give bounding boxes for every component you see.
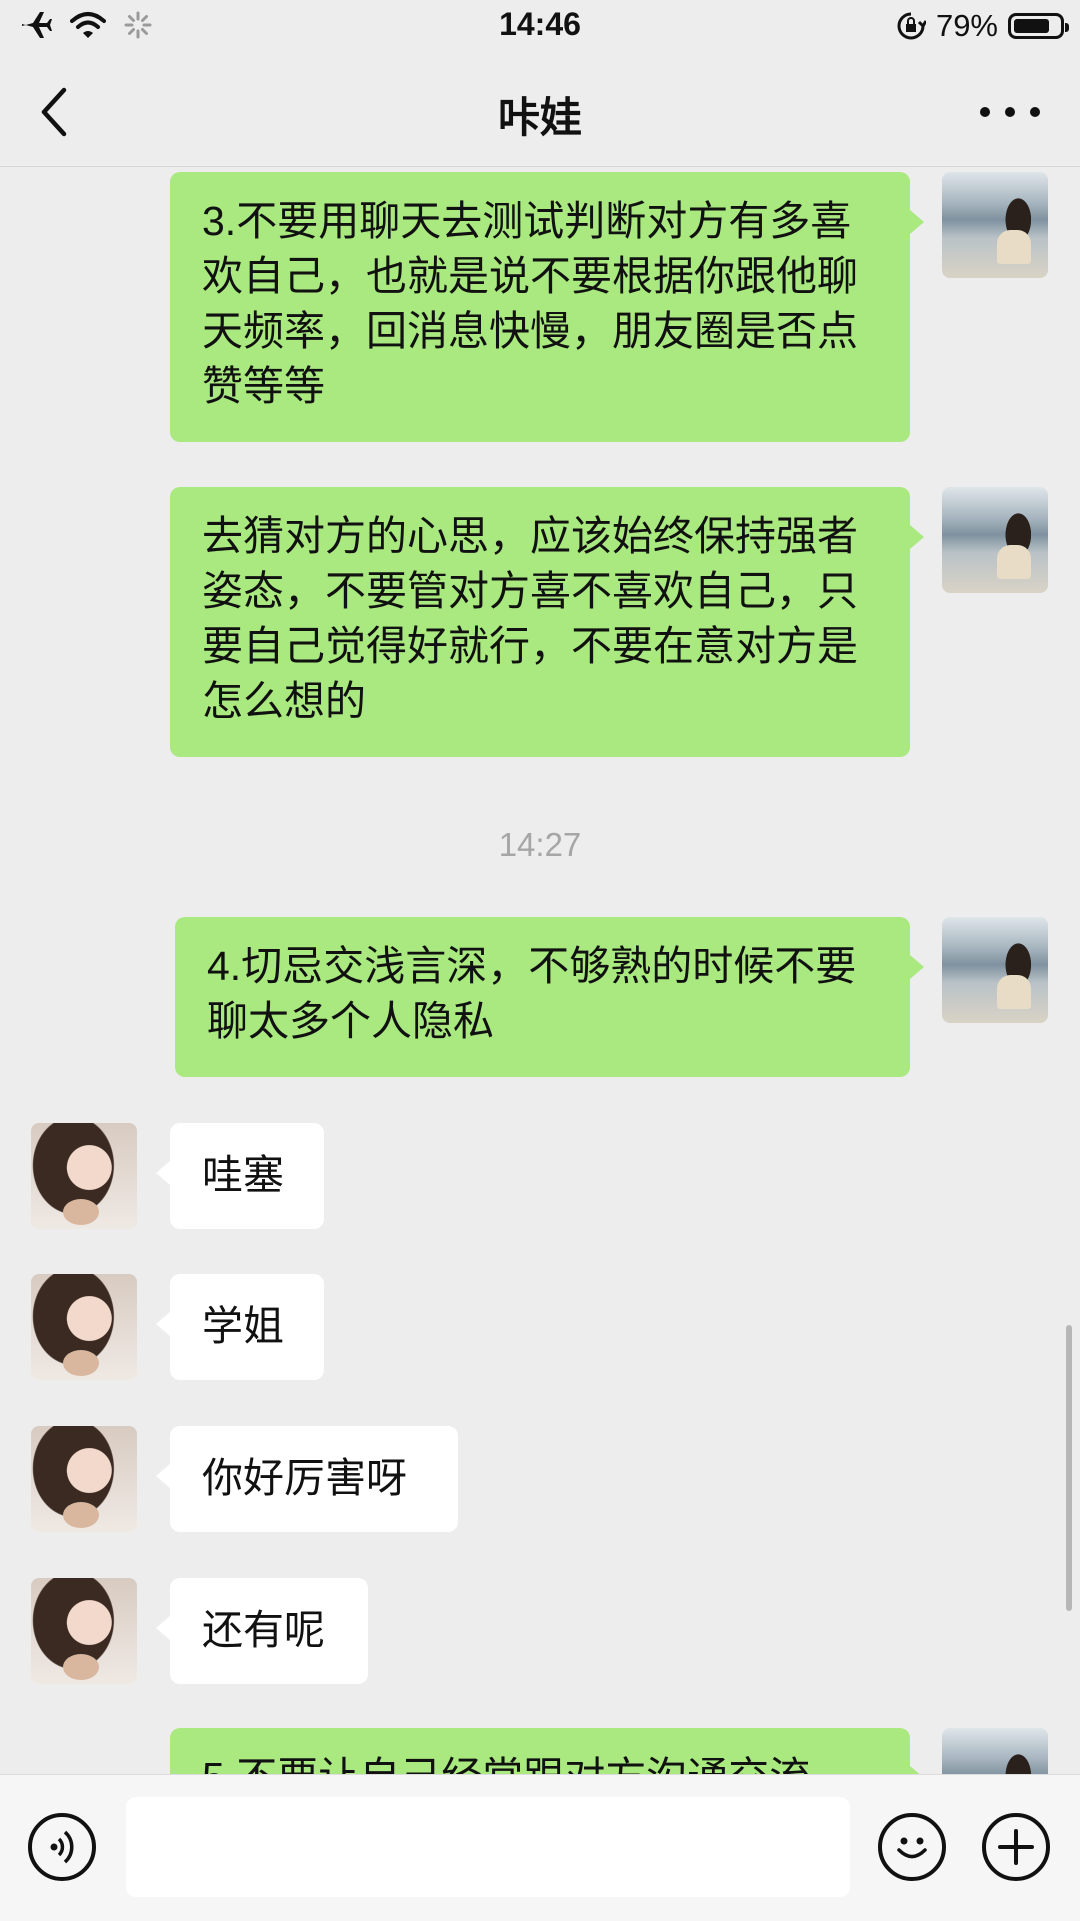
message-bubble-self[interactable]: 去猜对方的心思，应该始终保持强者姿态，不要管对方喜不喜欢自己，只要自己觉得好就行…	[170, 487, 924, 757]
message-bubble-friend[interactable]: 还有呢	[156, 1578, 368, 1684]
status-right-icons: 79%	[896, 8, 1069, 44]
message-text: 你好厉害呀	[202, 1455, 407, 1501]
message-text: 学姐	[202, 1303, 284, 1349]
chat-title: 咔娃	[497, 94, 582, 141]
battery-icon	[1008, 13, 1069, 39]
battery-percent: 79%	[935, 8, 998, 43]
self-avatar[interactable]	[942, 487, 1048, 593]
message-bubble-friend[interactable]: 学姐	[156, 1274, 324, 1380]
emoji-icon	[897, 1837, 927, 1859]
voice-button[interactable]	[28, 1813, 96, 1881]
ellipsis-icon	[980, 107, 990, 117]
chat-message-list[interactable]: 3.不要用聊天去测试判断对方有多喜欢自己，也就是说不要根据你跟他聊天频率，回消息…	[0, 167, 1080, 1774]
friend-avatar[interactable]	[31, 1274, 137, 1380]
friend-avatar[interactable]	[31, 1426, 137, 1532]
message-text: 还有呢	[202, 1607, 325, 1653]
friend-avatar[interactable]	[31, 1123, 137, 1229]
voice-icon	[50, 1830, 74, 1864]
status-bar: 14:46 79%	[0, 0, 1080, 56]
more-button[interactable]	[980, 94, 1040, 130]
nav-bar: 咔娃	[0, 56, 1080, 167]
message-bubble-self[interactable]: 5.不要让自己经常跟对方沟通交流	[170, 1728, 924, 1774]
message-text: 哇塞	[202, 1152, 284, 1198]
scroll-indicator[interactable]	[1066, 1325, 1072, 1611]
message-timestamp: 14:27	[498, 826, 582, 863]
message-text: 5.不要让自己经常跟对方沟通交流	[202, 1750, 880, 1774]
self-avatar[interactable]	[942, 917, 1048, 1023]
battery-fill	[1014, 19, 1049, 33]
message-text: 4.切忌交浅言深，不够熟的时候不要聊太多个人隐私	[207, 943, 857, 1044]
plus-button[interactable]	[982, 1813, 1050, 1881]
message-text: 去猜对方的心思，应该始终保持强者姿态，不要管对方喜不喜欢自己，只要自己觉得好就行…	[202, 513, 858, 724]
self-avatar[interactable]	[942, 1728, 1048, 1774]
orientation-lock-icon	[896, 11, 926, 41]
plus-icon	[998, 1829, 1034, 1865]
emoji-button[interactable]	[878, 1813, 946, 1881]
message-bubble-friend[interactable]: 你好厉害呀	[156, 1426, 458, 1532]
message-bubble-friend[interactable]: 哇塞	[156, 1123, 324, 1229]
message-text: 3.不要用聊天去测试判断对方有多喜欢自己，也就是说不要根据你跟他聊天频率，回消息…	[202, 198, 858, 409]
message-bubble-self[interactable]: 3.不要用聊天去测试判断对方有多喜欢自己，也就是说不要根据你跟他聊天频率，回消息…	[170, 172, 924, 442]
message-bubble-self[interactable]: 4.切忌交浅言深，不够熟的时候不要聊太多个人隐私	[175, 917, 924, 1077]
self-avatar[interactable]	[942, 172, 1048, 278]
input-bar	[0, 1774, 1080, 1921]
message-input[interactable]	[126, 1797, 850, 1897]
friend-avatar[interactable]	[31, 1578, 137, 1684]
